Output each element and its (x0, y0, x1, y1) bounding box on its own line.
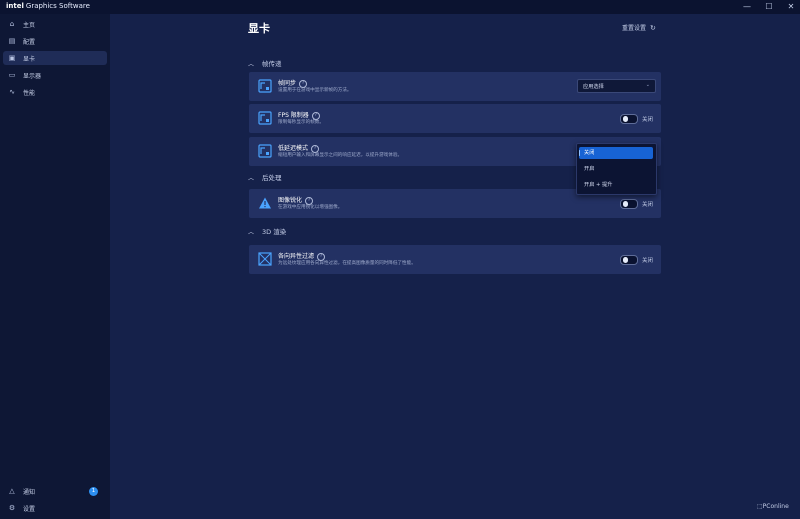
toggle-knob (622, 257, 628, 263)
image-sharpening-toggle[interactable] (620, 199, 638, 209)
chevron-up-icon: ︿ (248, 175, 255, 182)
sidebar-item-home[interactable]: ⌂ 主页 (3, 17, 107, 31)
chevron-down-icon: ⌄ (645, 82, 650, 88)
notification-badge: 1 (89, 487, 98, 496)
performance-icon: ∿ (9, 88, 15, 96)
gpu-icon: ▣ (8, 54, 16, 62)
option-label: 开启 + 提升 (584, 182, 613, 188)
setting-title-text: 各向异性过滤 (278, 253, 315, 260)
setting-title-text: 帧同步 (278, 80, 297, 87)
toggle-state-label: 关闭 (642, 117, 654, 123)
sidebar-item-label: 主页 (23, 22, 36, 29)
close-button[interactable]: ✕ (784, 1, 798, 12)
monitor-icon: ▭ (8, 71, 16, 79)
config-icon: ▤ (8, 37, 16, 45)
fps-limiter-toggle[interactable] (620, 114, 638, 124)
setting-description: 为远处纹理应用各向异性过滤，在提高图像质量的同时降低了性能。 (278, 261, 416, 266)
sidebar-item-gpu[interactable]: ▣ 显卡 (3, 51, 107, 65)
sidebar-item-monitor[interactable]: ▭ 显示器 (3, 68, 107, 82)
intel-logo: intel (6, 2, 24, 10)
setting-title-text: 图像锐化 (278, 197, 303, 204)
reset-settings-button[interactable]: 重置设置 ↻ (622, 23, 656, 32)
setting-title-text: 低延迟模式 (278, 145, 309, 152)
app-title-text: Graphics Software (25, 2, 90, 10)
sidebar-item-config[interactable]: ▤ 配置 (3, 34, 107, 48)
sidebar-item-label: 性能 (23, 90, 36, 97)
sidebar: ⌂ 主页 ▤ 配置 ▣ 显卡 ▭ 显示器 ∿ 性能 △ 通知 ⚙ 设置 (0, 14, 110, 519)
section-title: 帧传递 (262, 60, 282, 68)
sidebar-item-label: 通知 (23, 489, 36, 496)
section-header-frame-delivery[interactable]: ︿ 帧传递 (248, 58, 282, 68)
section-title: 后处理 (262, 174, 282, 182)
sidebar-item-settings[interactable]: ⚙ 设置 (3, 501, 107, 515)
setting-description: 限制每秒显示的帧数。 (278, 120, 324, 125)
sidebar-item-label: 设置 (23, 506, 36, 513)
fps-limiter-icon (258, 111, 272, 125)
dropdown-option-on-boost[interactable]: 开启 + 提升 (579, 179, 653, 191)
low-latency-dropdown: 关闭 开启 开启 + 提升 (576, 143, 657, 195)
anisotropic-filtering-icon (258, 252, 272, 266)
setting-description: 缩短用户输入和屏幕显示之间的响应延迟，以提升游戏体验。 (278, 153, 403, 158)
toggle-knob (622, 201, 628, 207)
reset-label: 重置设置 (622, 25, 647, 32)
watermark-text: PConline (762, 503, 789, 510)
setting-card-anisotropic-filtering: 各向异性过滤? 为远处纹理应用各向异性过滤，在提高图像质量的同时降低了性能。 (249, 245, 661, 274)
bell-icon: △ (9, 487, 15, 495)
app-title: intel Graphics Software (6, 2, 90, 10)
low-latency-icon (258, 144, 272, 158)
chevron-up-icon: ︿ (248, 229, 255, 236)
maximize-button[interactable]: ☐ (762, 1, 776, 12)
select-value: 应用选择 (583, 84, 604, 90)
option-label: 开启 (584, 166, 595, 172)
image-sharpening-icon (259, 197, 271, 209)
setting-title-text: FPS 限制器 (278, 112, 309, 119)
dropdown-option-off[interactable]: 关闭 (579, 147, 653, 159)
setting-card-fps-limiter: FPS 限制器? 限制每秒显示的帧数。 (249, 104, 661, 133)
dropdown-option-on[interactable]: 开启 (579, 163, 653, 175)
toggle-state-label: 关闭 (642, 202, 654, 208)
frame-sync-icon (258, 79, 272, 93)
title-bar: intel Graphics Software — ☐ ✕ (0, 0, 800, 14)
option-label: 关闭 (584, 150, 595, 156)
minimize-button[interactable]: — (740, 1, 754, 12)
sidebar-item-label: 显卡 (23, 56, 36, 63)
reset-icon: ↻ (649, 24, 656, 32)
toggle-state-label: 关闭 (642, 258, 654, 264)
toggle-knob (622, 116, 628, 122)
home-icon: ⌂ (9, 20, 15, 28)
page-title: 显卡 (248, 22, 270, 35)
section-header-3d-rendering[interactable]: ︿ 3D 渲染 (248, 226, 286, 236)
sidebar-item-label: 配置 (23, 39, 36, 46)
section-header-post-processing[interactable]: ︿ 后处理 (248, 172, 282, 182)
setting-description: 在游戏中应用锐化以增强图像。 (278, 205, 343, 210)
gear-icon: ⚙ (8, 504, 16, 512)
sidebar-item-label: 显示器 (23, 73, 42, 80)
frame-sync-select[interactable]: 应用选择 ⌄ (577, 79, 656, 93)
section-title: 3D 渲染 (262, 228, 287, 236)
anisotropic-filtering-toggle[interactable] (620, 255, 638, 265)
setting-description: 设置用于在游戏中显示新帧的方法。 (278, 88, 352, 93)
watermark: ⬚PConline (757, 503, 789, 510)
chevron-up-icon: ︿ (248, 61, 255, 68)
sidebar-item-performance[interactable]: ∿ 性能 (3, 85, 107, 99)
